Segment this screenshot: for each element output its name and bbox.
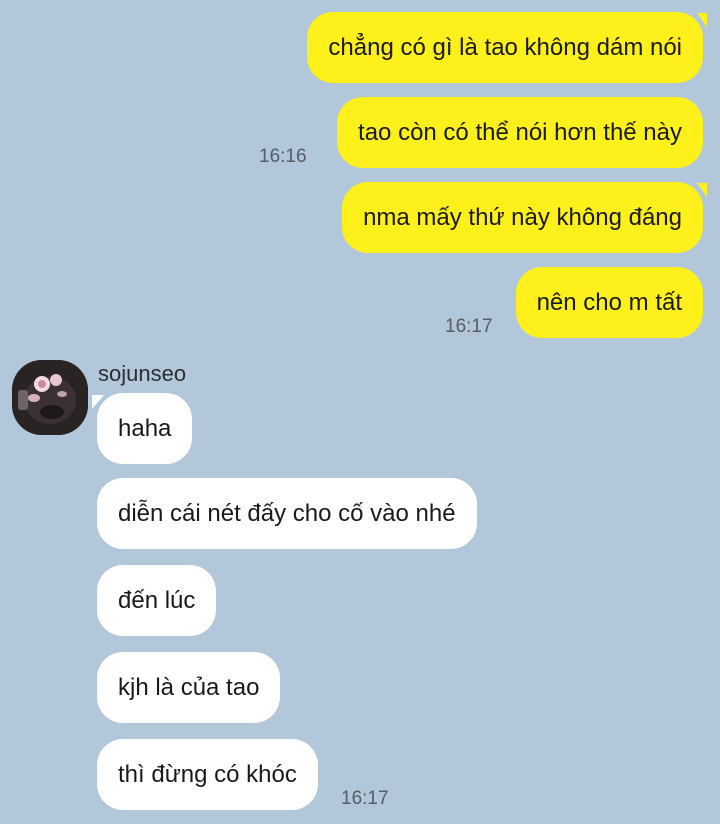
sender-name: sojunseo bbox=[98, 361, 187, 386]
outgoing-message-bubble[interactable]: nma mấy thứ này không đáng bbox=[342, 182, 703, 253]
incoming-message-bubble[interactable]: kjh là của tao bbox=[97, 652, 281, 723]
incoming-message-bubble[interactable]: haha bbox=[97, 393, 193, 464]
incoming-message-bubble[interactable]: diễn cái nét đấy cho cố vào nhé bbox=[97, 478, 477, 549]
outgoing-message-bubble[interactable]: nên cho m tất bbox=[515, 267, 703, 338]
avatar-photo-icon bbox=[12, 360, 88, 435]
outgoing-message-bubble[interactable]: tao còn có thể nói hơn thế này bbox=[337, 97, 703, 168]
message-timestamp: 16:17 bbox=[341, 788, 389, 809]
message-timestamp: 16:16 bbox=[259, 146, 307, 167]
incoming-message-bubble[interactable]: thì đừng có khóc bbox=[97, 739, 318, 810]
incoming-message-bubble[interactable]: đến lúc bbox=[97, 565, 217, 636]
message-timestamp: 16:17 bbox=[445, 316, 493, 337]
sender-avatar[interactable] bbox=[12, 360, 88, 435]
outgoing-message-bubble[interactable]: chẳng có gì là tao không dám nói bbox=[307, 12, 703, 83]
